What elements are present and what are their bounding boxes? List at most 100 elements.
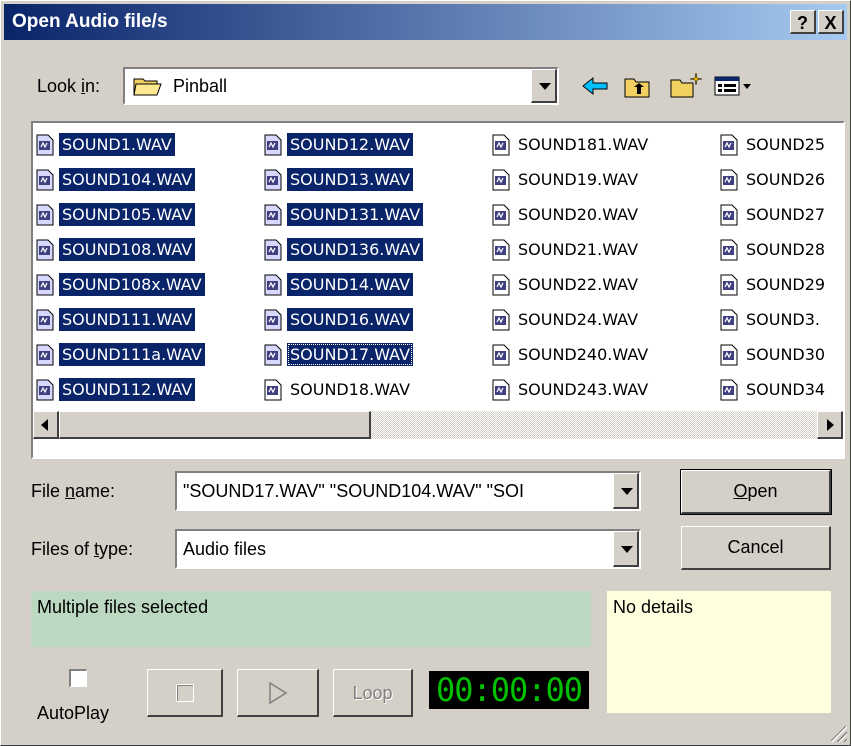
file-item[interactable]: SOUND18.WAV [263,372,423,407]
file-item[interactable]: SOUND181.WAV [491,127,651,162]
file-name: SOUND1.WAV [59,133,175,156]
filename-dropdown-button[interactable] [613,473,639,509]
file-name: SOUND27 [746,205,826,224]
file-item[interactable]: SOUND111a.WAV [35,337,205,372]
scroll-thumb[interactable] [59,411,371,439]
file-item[interactable]: SOUND243.WAV [491,372,651,407]
file-item[interactable]: SOUND131.WAV [263,197,424,232]
file-item[interactable]: SOUND28 [719,232,828,267]
file-item[interactable]: SOUND24.WAV [491,302,651,337]
scroll-left-button[interactable] [33,411,59,439]
filetype-value: Audio files [183,539,267,559]
wav-file-icon [491,309,511,331]
title-bar[interactable]: Open Audio file/s ? X [4,4,847,40]
wav-file-icon [719,379,739,401]
wav-file-icon [35,379,55,401]
status-panel: Multiple files selected [31,591,591,647]
horizontal-scrollbar[interactable] [33,411,843,439]
play-icon [268,681,288,709]
filename-combobox[interactable]: "SOUND17.WAV" "SOUND104.WAV" "SOI [175,471,641,511]
lookin-value: Pinball [173,76,228,96]
file-item[interactable]: SOUND25 [719,127,828,162]
file-name: SOUND12.WAV [287,133,414,156]
close-button[interactable]: X [818,10,844,34]
file-name: SOUND25 [746,135,826,154]
cancel-button[interactable]: Cancel [681,526,831,570]
autoplay-checkbox[interactable] [69,669,87,687]
file-item[interactable]: SOUND20.WAV [491,197,651,232]
file-name: SOUND28 [746,240,826,259]
file-item[interactable]: SOUND26 [719,162,828,197]
file-name: SOUND240.WAV [518,345,649,364]
wav-file-icon [719,134,739,156]
file-item[interactable]: SOUND112.WAV [35,372,205,407]
scroll-left-arrow-icon [41,419,48,431]
wav-file-icon [263,274,283,296]
scroll-right-button[interactable] [817,411,843,439]
wav-file-icon [719,169,739,191]
file-item[interactable]: SOUND136.WAV [263,232,424,267]
file-name: SOUND112.WAV [59,378,196,401]
wav-file-icon [719,274,739,296]
file-column-1: SOUND1.WAV SOUND104.WAV SOUND105.WAV SOUND1… [35,127,205,407]
back-arrow-icon[interactable] [581,75,609,102]
wav-file-icon [263,344,283,366]
file-item[interactable]: SOUND105.WAV [35,197,205,232]
dialog-title: Open Audio file/s [12,11,168,32]
resize-grip-icon[interactable] [831,726,847,742]
file-item[interactable]: SOUND13.WAV [263,162,423,197]
lookin-dropdown-button[interactable] [531,69,557,103]
file-item[interactable]: SOUND14.WAV [263,267,423,302]
play-button[interactable] [237,669,319,717]
wav-file-icon [491,169,511,191]
file-item[interactable]: SOUND29 [719,267,828,302]
filetype-combobox[interactable]: Audio files [175,529,641,569]
wav-file-icon [491,134,511,156]
view-menu-icon[interactable] [713,75,753,102]
file-name: SOUND21.WAV [518,240,639,259]
file-name: SOUND22.WAV [518,275,639,294]
file-item[interactable]: SOUND30 [719,337,828,372]
file-item[interactable]: SOUND21.WAV [491,232,651,267]
file-name: SOUND104.WAV [59,168,196,191]
file-item[interactable]: SOUND3. [719,302,828,337]
wav-file-icon [491,379,511,401]
file-item[interactable]: SOUND108.WAV [35,232,205,267]
file-name: SOUND34 [746,380,826,399]
wav-file-icon [35,134,55,156]
file-list[interactable]: SOUND1.WAV SOUND104.WAV SOUND105.WAV SOUND1… [31,121,845,459]
file-item[interactable]: SOUND12.WAV [263,127,423,162]
help-button[interactable]: ? [790,10,816,34]
file-item[interactable]: SOUND19.WAV [491,162,651,197]
file-name: SOUND105.WAV [59,203,196,226]
wav-file-icon [263,204,283,226]
filetype-dropdown-button[interactable] [613,531,639,567]
wav-file-icon [719,204,739,226]
wav-file-icon [35,309,55,331]
file-name: SOUND181.WAV [518,135,649,154]
lookin-combobox[interactable]: Pinball [123,67,559,105]
file-name: SOUND24.WAV [518,310,639,329]
stop-button[interactable] [147,669,223,717]
file-item[interactable]: SOUND16.WAV [263,302,423,337]
new-folder-icon[interactable] [669,71,703,104]
details-text: No details [613,597,694,617]
loop-button[interactable]: Loop [333,669,413,717]
filename-input[interactable]: "SOUND17.WAV" "SOUND104.WAV" "SOI [183,481,607,502]
wav-file-icon [263,379,283,401]
file-item[interactable]: SOUND111.WAV [35,302,205,337]
file-item[interactable]: SOUND1.WAV [35,127,205,162]
file-item[interactable]: SOUND240.WAV [491,337,651,372]
file-item[interactable]: SOUND27 [719,197,828,232]
filename-label: File name: [31,481,116,501]
up-folder-icon[interactable] [623,73,655,104]
file-item[interactable]: SOUND17.WAV [263,337,423,372]
open-button[interactable]: Open [680,469,832,515]
file-name: SOUND3. [746,310,821,329]
wav-file-icon [35,239,55,261]
file-item[interactable]: SOUND34 [719,372,828,407]
file-item[interactable]: SOUND104.WAV [35,162,205,197]
file-item[interactable]: SOUND22.WAV [491,267,651,302]
file-name: SOUND111a.WAV [59,343,205,366]
file-item[interactable]: SOUND108x.WAV [35,267,205,302]
